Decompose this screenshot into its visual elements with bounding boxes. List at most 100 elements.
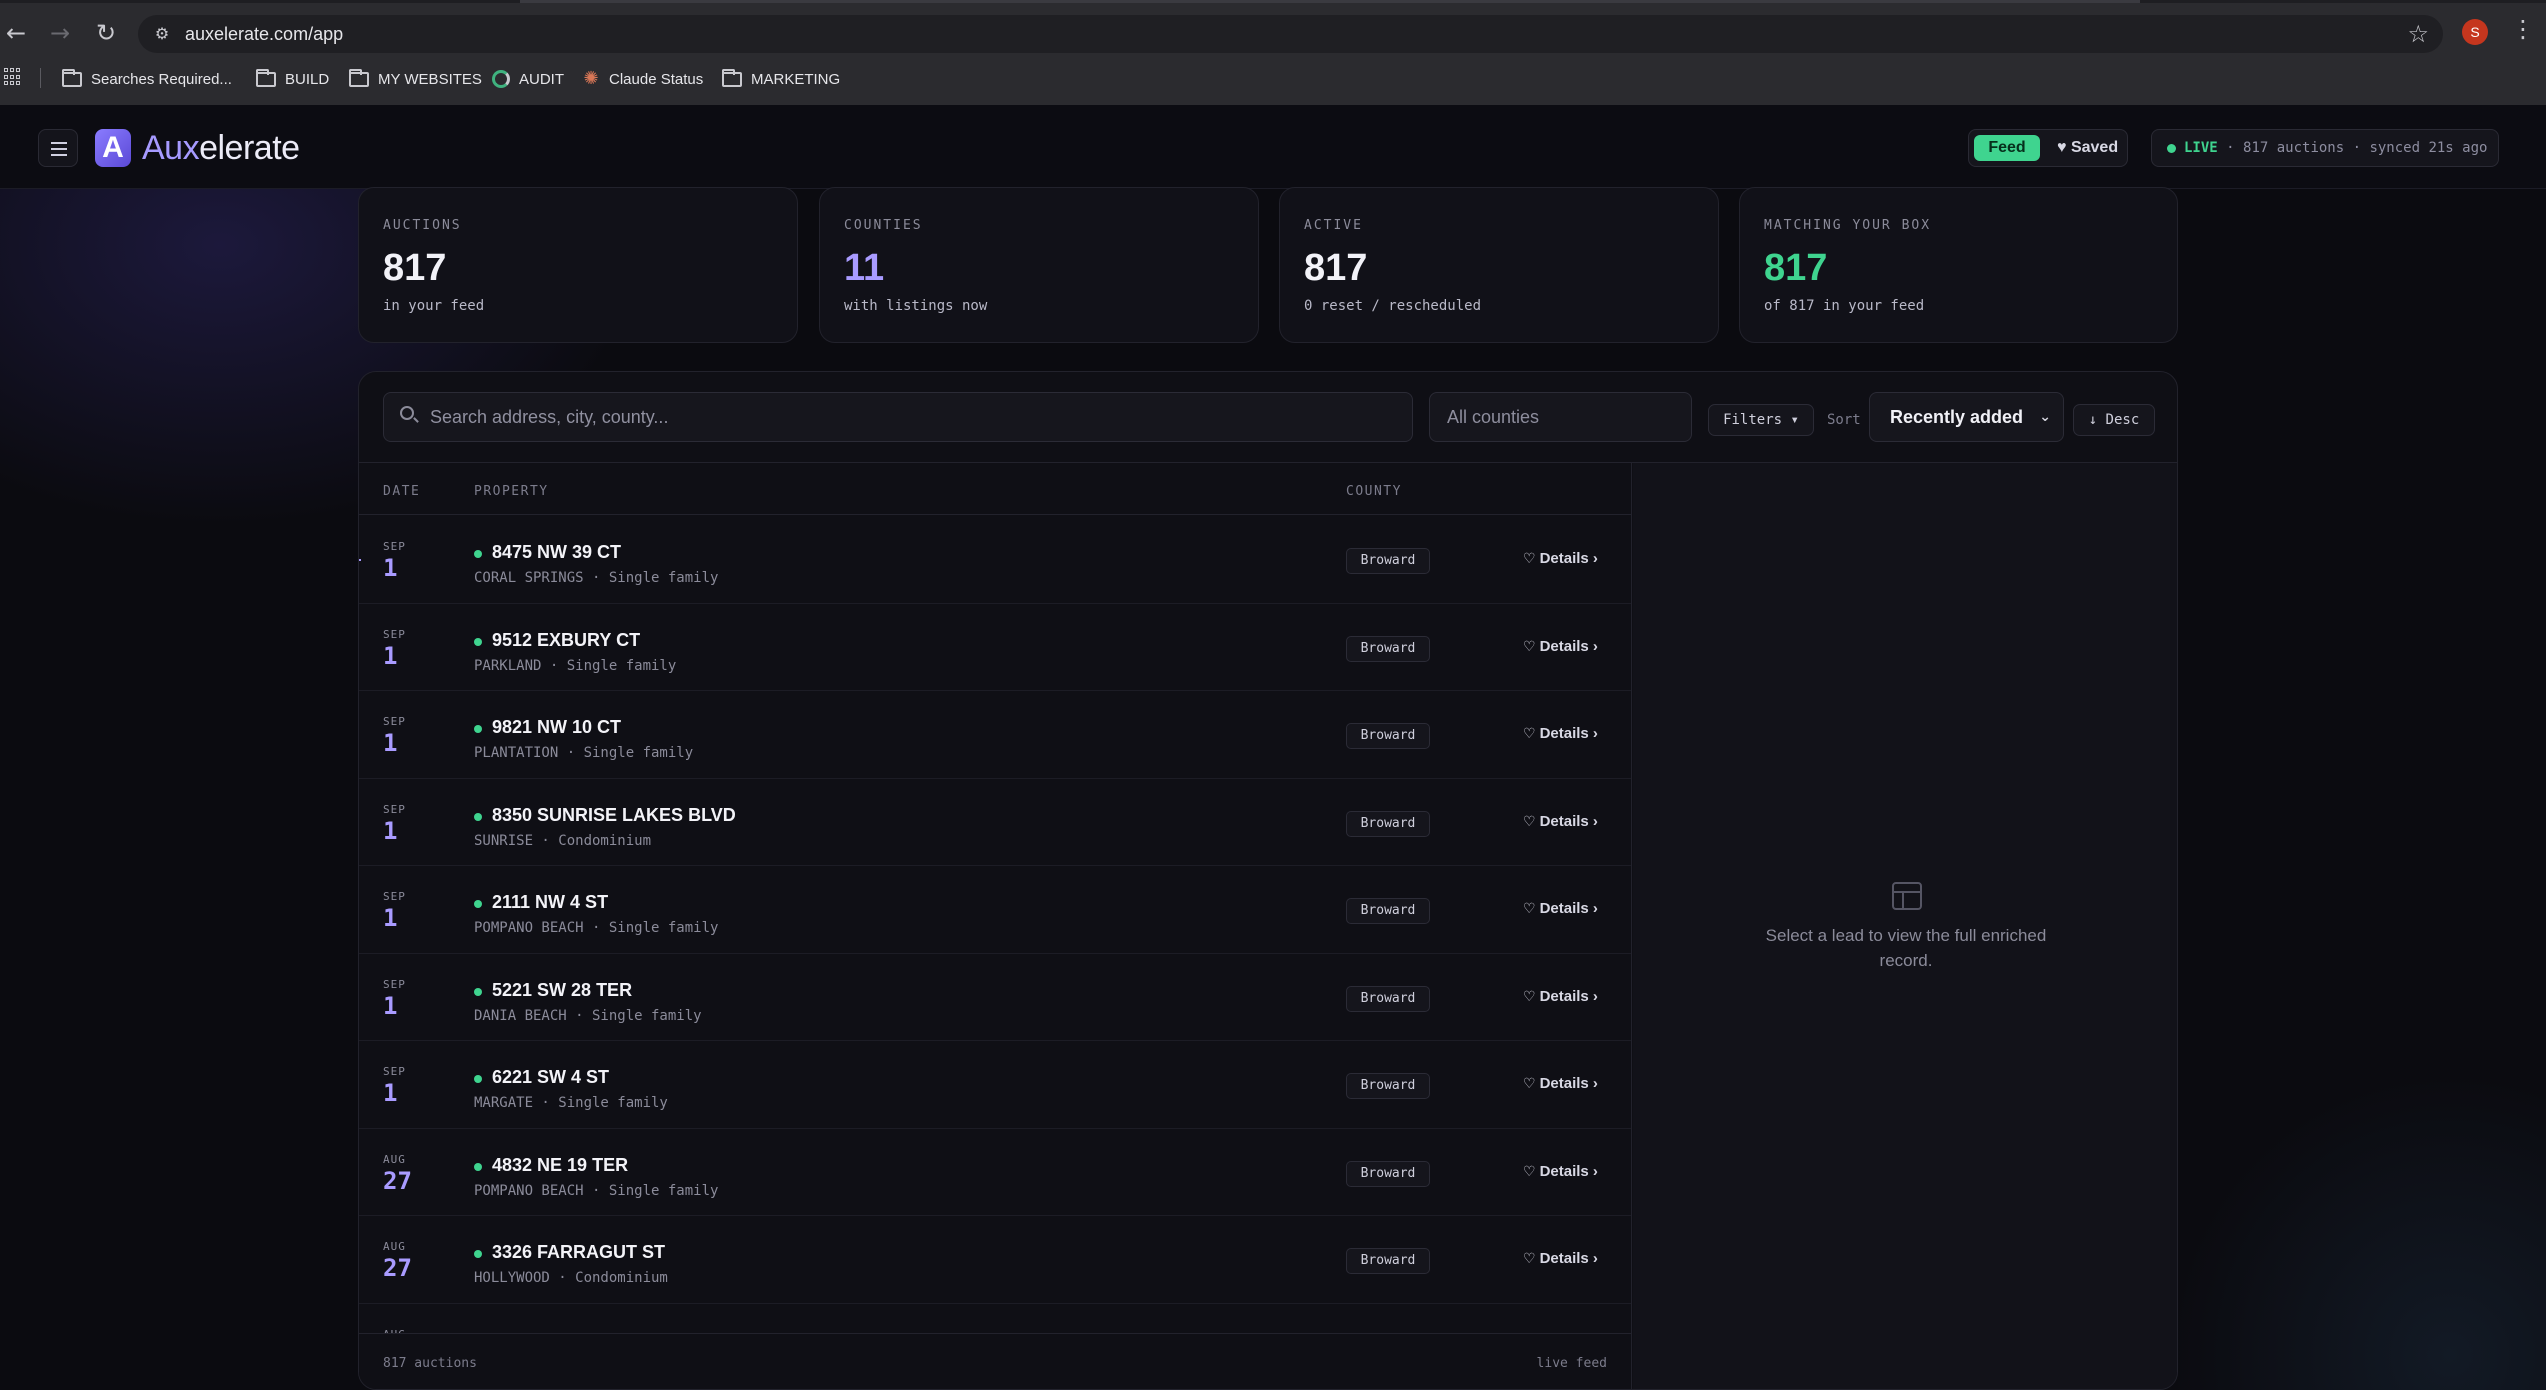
- address-bar[interactable]: ⚙ auxelerate.com/app ☆: [138, 15, 2443, 53]
- auction-month: SEP: [383, 802, 406, 816]
- details-label: Details ›: [1539, 725, 1598, 742]
- details-button[interactable]: ♡ Details ›: [1523, 1075, 1598, 1092]
- column-property[interactable]: PROPERTY: [474, 484, 549, 499]
- active-tab[interactable]: [520, 0, 2140, 3]
- heart-icon[interactable]: ♡: [1523, 1164, 1536, 1180]
- property-address[interactable]: 2111 NW 4 ST: [492, 892, 608, 913]
- table-row[interactable]: SEP 1 8475 NW 39 CT CORAL SPRINGS · Single …: [359, 516, 1631, 604]
- live-label: LIVE: [2184, 140, 2218, 156]
- property-address[interactable]: 9821 NW 10 CT: [492, 717, 621, 738]
- county-badge: Broward: [1346, 985, 1430, 1012]
- table-row[interactable]: AUG11104 SW 15 MNRBroward♡Details ›: [359, 1304, 1631, 1334]
- stat-sub: 0 reset / rescheduled: [1304, 298, 1482, 314]
- table-row[interactable]: AUG 27 3326 FARRAGUT ST HOLLYWOOD · Condomi…: [359, 1216, 1631, 1304]
- property-address[interactable]: 8350 SUNRISE LAKES BLVD: [492, 805, 736, 826]
- search-input[interactable]: [430, 393, 1390, 441]
- browser-menu-icon[interactable]: ⋮: [2511, 15, 2535, 43]
- heart-icon[interactable]: ♡: [1523, 814, 1536, 830]
- bookmark-label: MY WEBSITES: [378, 70, 482, 88]
- property-address[interactable]: 4832 NE 19 TER: [492, 1155, 628, 1176]
- column-county[interactable]: COUNTY: [1346, 484, 1402, 499]
- table-row[interactable]: AUG 27 4832 NE 19 TER POMPANO BEACH · Singl…: [359, 1129, 1631, 1216]
- property-address[interactable]: 8475 NW 39 CT: [492, 542, 621, 563]
- heart-icon[interactable]: ♡: [1523, 726, 1536, 742]
- heart-icon[interactable]: ♡: [1523, 639, 1536, 655]
- column-date[interactable]: DATE: [383, 484, 420, 499]
- stat-sub: in your feed: [383, 298, 485, 314]
- heart-icon[interactable]: ♡: [1523, 551, 1536, 567]
- auction-day: 27: [383, 1166, 412, 1195]
- search-box[interactable]: [383, 392, 1413, 442]
- folder-icon: [722, 68, 742, 87]
- auction-day: 1: [383, 729, 398, 757]
- county-badge: Broward: [1346, 723, 1430, 749]
- forward-icon[interactable]: →: [44, 17, 76, 49]
- auction-month: SEP: [383, 890, 406, 903]
- details-button[interactable]: ♡ Details ›: [1523, 900, 1598, 917]
- details-button[interactable]: ♡ Details ›: [1523, 988, 1598, 1005]
- details-button[interactable]: ♡ Details ›: [1523, 1163, 1598, 1180]
- bookmark-build[interactable]: BUILD: [256, 66, 329, 92]
- table-row[interactable]: SEP 1 6221 SW 4 ST MARGATE · Single family B…: [359, 1041, 1631, 1129]
- property-address[interactable]: 6221 SW 4 ST: [492, 1067, 609, 1088]
- stat-matching: MATCHING YOUR BOX 817 of 817 in your fee…: [1739, 187, 2178, 343]
- table-body: SEP 1 8475 NW 39 CT CORAL SPRINGS · Single …: [359, 516, 1631, 1334]
- bookmark-marketing[interactable]: MARKETING: [722, 66, 840, 92]
- filters-button[interactable]: Filters ▾: [1708, 404, 1814, 436]
- property-address[interactable]: 9512 EXBURY CT: [492, 630, 640, 651]
- heart-icon[interactable]: ♡: [1523, 901, 1536, 917]
- reload-icon[interactable]: ↻: [90, 17, 122, 49]
- details-button[interactable]: ♡ Details ›: [1523, 813, 1598, 830]
- bookmark-label: AUDIT: [519, 70, 564, 88]
- details-button[interactable]: ♡ Details ›: [1523, 638, 1598, 655]
- app-header: A Auxelerate Feed ♥ Saved LIVE · 817 auc…: [0, 105, 2546, 189]
- table-row[interactable]: SEP 1 9512 EXBURY CT PARKLAND · Single fami…: [359, 604, 1631, 691]
- property-address[interactable]: 3326 FARRAGUT ST: [492, 1242, 665, 1263]
- sync-status: LIVE · 817 auctions · synced 21s ago: [2151, 129, 2499, 167]
- bookmark-star-icon[interactable]: ☆: [2407, 20, 2429, 48]
- table-icon: [1892, 882, 1922, 910]
- apps-grid-icon[interactable]: [4, 68, 22, 86]
- back-icon[interactable]: ←: [0, 17, 32, 49]
- auction-list[interactable]: DATE PROPERTY COUNTY SEP 1 8475 NW 39 CT CO…: [359, 463, 1632, 1333]
- details-button[interactable]: ♡ Details ›: [1523, 550, 1598, 567]
- property-address[interactable]: 5221 SW 28 TER: [492, 980, 632, 1001]
- details-label: Details ›: [1539, 1162, 1598, 1180]
- table-row[interactable]: SEP 1 8350 SUNRISE LAKES BLVD SUNRISE · Con…: [359, 779, 1631, 866]
- sort-select[interactable]: Recently added ⌄: [1869, 392, 2064, 442]
- bookmarks-bar: Searches Required... BUILD MY WEBSITES A…: [0, 64, 2546, 94]
- url-text[interactable]: auxelerate.com/app: [185, 24, 343, 45]
- bookmark-searches[interactable]: Searches Required...: [62, 66, 232, 92]
- heart-icon[interactable]: ♡: [1523, 1076, 1536, 1092]
- table-header: DATE PROPERTY COUNTY: [359, 463, 1631, 515]
- table-row[interactable]: SEP 1 9821 NW 10 CT PLANTATION · Single fam…: [359, 691, 1631, 779]
- bookmark-my-websites[interactable]: MY WEBSITES: [349, 66, 482, 92]
- stat-auctions: AUCTIONS 817 in your feed: [358, 187, 798, 343]
- auction-month: AUG: [383, 1240, 406, 1253]
- menu-icon[interactable]: [38, 129, 78, 167]
- brand-name[interactable]: Auxelerate: [142, 129, 300, 167]
- browser-chrome: ← → ↻ ⚙ auxelerate.com/app ☆ S ⋮ Searche…: [0, 0, 2546, 105]
- auction-month: AUG: [383, 1152, 406, 1166]
- site-settings-icon[interactable]: ⚙: [150, 22, 174, 46]
- status-dot-icon: [474, 637, 482, 646]
- feed-tab[interactable]: Feed: [1974, 135, 2040, 161]
- bookmark-claude-status[interactable]: ✺ Claude Status: [582, 66, 703, 92]
- bookmarks-divider: [40, 68, 41, 88]
- status-dot-icon: [474, 987, 482, 996]
- profile-avatar[interactable]: S: [2462, 19, 2488, 45]
- details-button[interactable]: ♡ Details ›: [1523, 725, 1598, 742]
- bookmark-audit[interactable]: AUDIT: [492, 66, 564, 92]
- saved-tab[interactable]: ♥ Saved: [2057, 135, 2118, 161]
- details-button[interactable]: ♡ Details ›: [1523, 1250, 1598, 1267]
- table-row[interactable]: SEP 1 5221 SW 28 TER DANIA BEACH · Single f…: [359, 954, 1631, 1041]
- sort-order-button[interactable]: ↓ Desc: [2073, 404, 2155, 436]
- auction-panel: All counties Filters ▾ Sort Recently add…: [358, 371, 2178, 1390]
- auction-day: 1: [383, 904, 398, 932]
- empty-state-message: Select a lead to view the full enriched …: [1765, 926, 2047, 970]
- heart-icon[interactable]: ♡: [1523, 989, 1536, 1005]
- logo-icon[interactable]: A: [95, 129, 131, 167]
- table-row[interactable]: SEP 1 2111 NW 4 ST POMPANO BEACH · Single f…: [359, 866, 1631, 954]
- heart-icon[interactable]: ♡: [1523, 1251, 1536, 1267]
- county-select[interactable]: All counties: [1429, 392, 1692, 442]
